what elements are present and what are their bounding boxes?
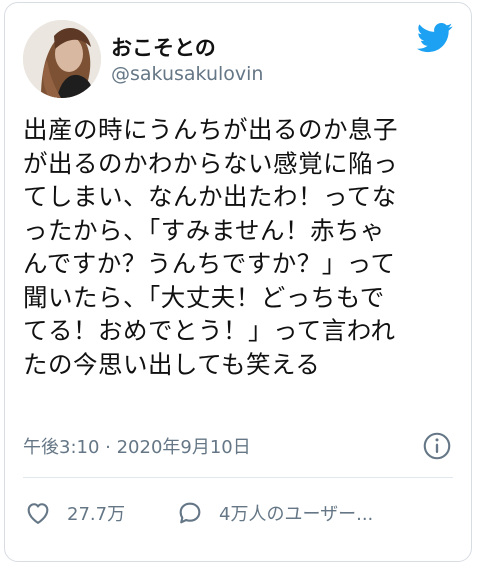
tweet-text-line: たの今思い出しても笑える	[23, 349, 321, 379]
reply-button[interactable]: 4万人のユーザー...	[175, 499, 373, 527]
avatar-image	[23, 20, 101, 98]
avatar[interactable]	[23, 20, 101, 98]
tweet-text-line: 聞いたら、「大丈夫！どっちもで	[23, 282, 385, 312]
like-button[interactable]: 27.7万	[23, 499, 125, 527]
tweet-text-line: 出産の時にうんちが出るのか息子	[23, 115, 398, 144]
tweet-text-line: が出るのかわからない感覚に陥っ	[23, 148, 398, 178]
display-name[interactable]: おこそとの	[111, 32, 216, 62]
divider	[23, 477, 453, 478]
tweet-text-line: んですか？うんちですか？」って	[23, 249, 396, 278]
timestamp[interactable]: 午後3:10 · 2020年9月10日	[23, 433, 251, 459]
twitter-bird-icon[interactable]	[417, 23, 453, 53]
tweet-text-line: てしまい、なんか出たわ！ってな	[23, 182, 397, 211]
like-count: 27.7万	[67, 504, 126, 525]
reply-text: 4万人のユーザー...	[219, 504, 374, 525]
tweet-text: 出産の時にうんちが出るのか息子 が出るのかわからない感覚に陥っ てしまい、なんか…	[23, 113, 463, 381]
tweet-text-line: ったから、「すみません！赤ちゃ	[23, 215, 386, 245]
user-handle[interactable]: @sakusakulovin	[111, 63, 263, 85]
tweet-card: おこそとの @sakusakulovin 出産の時にうんちが出るのか息子 が出る…	[4, 2, 472, 562]
info-icon[interactable]	[423, 432, 451, 460]
heart-icon	[27, 503, 49, 524]
speech-bubble-icon	[179, 502, 201, 524]
tweet-text-line: てる！おめでとう！」って言われ	[23, 316, 396, 345]
